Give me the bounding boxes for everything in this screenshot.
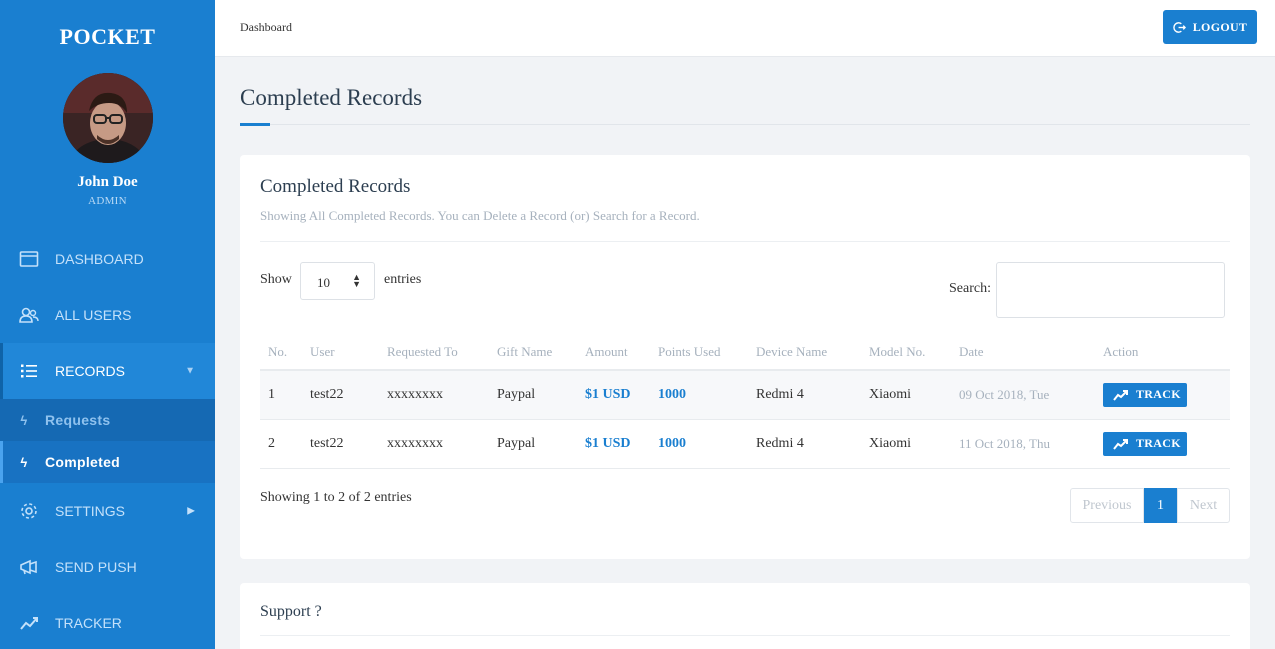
bolt-icon: ϟ: [20, 412, 28, 428]
sidebar-item-all-users[interactable]: ALL USERS: [0, 287, 215, 343]
sidebar-subitem-label: Completed: [45, 454, 121, 470]
entries-label: entries: [384, 272, 422, 287]
sidebar-item-label: SETTINGS: [55, 503, 126, 519]
bolt-icon: ϟ: [20, 454, 28, 470]
column-header[interactable]: No.: [260, 334, 302, 371]
column-header[interactable]: Date: [951, 334, 1095, 371]
browser-window-icon: [19, 249, 39, 269]
card-title: Completed Records: [260, 176, 411, 197]
track-button[interactable]: TRACK: [1103, 382, 1187, 407]
track-label: TRACK: [1136, 436, 1181, 450]
cell-amount: $1 USD: [577, 370, 650, 420]
cell-user: test22: [302, 370, 379, 420]
brand-logo[interactable]: POCKET: [0, 0, 215, 70]
entries-per-page-value: 10: [317, 275, 330, 290]
sidebar-nav: DASHBOARD ALL USERS RECORDS ▼ ϟ Requests…: [0, 231, 215, 649]
logout-button[interactable]: LOGOUT: [1163, 10, 1257, 44]
search-label: Search:: [949, 281, 991, 296]
cell-action: TRACK: [1095, 370, 1230, 420]
column-header[interactable]: Amount: [577, 334, 650, 371]
logout-icon: [1172, 21, 1186, 33]
cell-user: test22: [302, 419, 379, 469]
cell-date: 09 Oct 2018, Tue: [951, 370, 1095, 420]
cell-device: Redmi 4: [748, 370, 861, 420]
gear-icon: [19, 501, 39, 521]
column-header[interactable]: User: [302, 334, 379, 371]
sidebar-item-label: RECORDS: [55, 363, 126, 379]
sidebar-item-records[interactable]: RECORDS ▼: [0, 343, 215, 399]
column-header[interactable]: Requested To: [379, 334, 489, 371]
cell-no: 2: [260, 419, 302, 469]
cell-gift: Paypal: [489, 419, 577, 469]
cell-no: 1: [260, 370, 302, 420]
sidebar-subitem-requests[interactable]: ϟ Requests: [0, 399, 215, 441]
table-info: Showing 1 to 2 of 2 entries: [260, 490, 412, 505]
cell-amount: $1 USD: [577, 419, 650, 469]
list-icon: [19, 361, 39, 381]
logout-label: LOGOUT: [1192, 19, 1248, 34]
sidebar-item-settings[interactable]: SETTINGS ▶: [0, 483, 215, 539]
trend-line-icon: [1113, 438, 1128, 450]
card-divider: [260, 241, 1230, 242]
column-header[interactable]: Model No.: [861, 334, 951, 371]
user-name: John Doe: [77, 174, 138, 190]
next-page-button[interactable]: Next: [1177, 488, 1230, 523]
support-divider: [260, 635, 1230, 636]
sidebar-item-label: TRACKER: [55, 615, 122, 631]
page-1-button[interactable]: 1: [1144, 488, 1177, 523]
pagination: Previous 1 Next: [1070, 488, 1230, 523]
page-title: Completed Records: [240, 85, 423, 110]
users-icon: [19, 305, 39, 325]
cell-model: Xiaomi: [861, 419, 951, 469]
sidebar-item-label: SEND PUSH: [55, 559, 137, 575]
table-header-row: No. User Requested To Gift Name Amount P…: [260, 334, 1230, 371]
cell-points: 1000: [650, 419, 748, 469]
cell-device: Redmi 4: [748, 419, 861, 469]
megaphone-icon: [19, 557, 39, 577]
title-divider: [240, 124, 1250, 125]
sidebar-subitem-completed[interactable]: ϟ Completed: [0, 441, 215, 483]
column-header[interactable]: Action: [1095, 334, 1230, 371]
track-button[interactable]: TRACK: [1103, 431, 1187, 456]
caret-down-icon: ▼: [185, 365, 195, 377]
column-header[interactable]: Device Name: [748, 334, 861, 371]
column-header[interactable]: Points Used: [650, 334, 748, 371]
title-accent: [240, 123, 270, 126]
sort-arrows-icon: ▲ ▼: [352, 272, 361, 289]
sidebar-item-dashboard[interactable]: DASHBOARD: [0, 231, 215, 287]
entries-per-page-select[interactable]: 10 ▲ ▼: [300, 262, 375, 300]
records-card: Completed Records Showing All Completed …: [240, 155, 1250, 559]
caret-right-icon: ▶: [187, 505, 195, 517]
previous-page-button[interactable]: Previous: [1070, 488, 1144, 523]
table-row: 2 test22 xxxxxxxx Paypal $1 USD 1000 Red…: [260, 419, 1230, 469]
column-header[interactable]: Gift Name: [489, 334, 577, 371]
cell-action: TRACK: [1095, 419, 1230, 469]
cell-model: Xiaomi: [861, 370, 951, 420]
trend-line-icon: [1113, 389, 1128, 401]
breadcrumb[interactable]: Dashboard: [240, 20, 292, 35]
avatar[interactable]: [62, 73, 153, 163]
cell-requested-to: xxxxxxxx: [379, 419, 489, 469]
table-row: 1 test22 xxxxxxxx Paypal $1 USD 1000 Red…: [260, 370, 1230, 420]
cell-date: 11 Oct 2018, Thu: [951, 419, 1095, 469]
trend-line-icon: [19, 613, 39, 633]
user-role: ADMIN: [88, 195, 127, 207]
support-title: Support ?: [260, 603, 322, 620]
cell-gift: Paypal: [489, 370, 577, 420]
show-label: Show: [260, 272, 292, 287]
top-bar: Dashboard LOGOUT: [215, 0, 1275, 57]
cell-requested-to: xxxxxxxx: [379, 370, 489, 420]
card-subtitle: Showing All Completed Records. You can D…: [260, 208, 700, 223]
sidebar-item-label: ALL USERS: [55, 307, 132, 323]
sidebar-subitem-label: Requests: [45, 412, 111, 428]
cell-points: 1000: [650, 370, 748, 420]
support-card: Support ?: [240, 583, 1250, 649]
sidebar-item-label: DASHBOARD: [55, 251, 144, 267]
track-label: TRACK: [1136, 387, 1181, 402]
sidebar-item-tracker[interactable]: TRACKER: [0, 595, 215, 649]
sidebar-item-send-push[interactable]: SEND PUSH: [0, 539, 215, 595]
sidebar: POCKET John Doe ADMIN DASHBOARD ALL USER: [0, 0, 215, 649]
records-table: No. User Requested To Gift Name Amount P…: [260, 334, 1230, 469]
search-input[interactable]: [996, 262, 1225, 318]
